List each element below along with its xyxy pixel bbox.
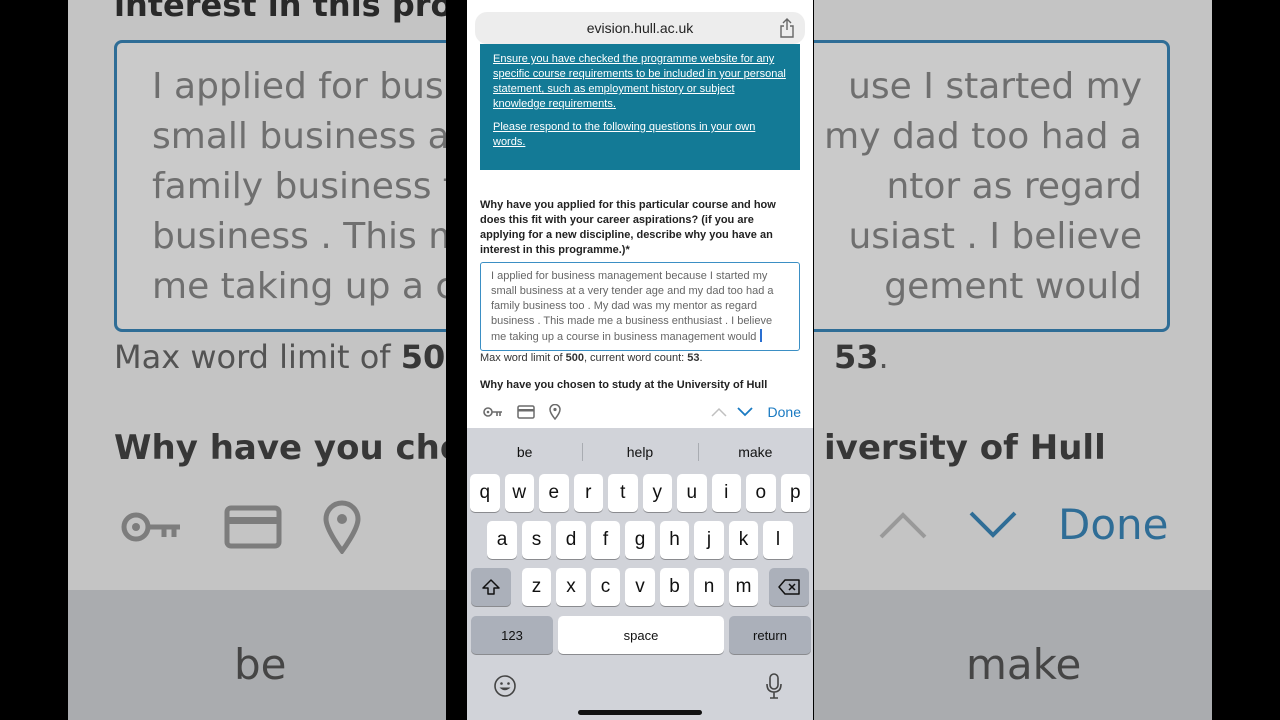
suggestion-item[interactable]: help [582, 438, 697, 466]
keyboard: be help make q w e r t y u i o p a s d f [467, 428, 813, 720]
backspace-key[interactable] [769, 568, 809, 606]
key[interactable]: n [694, 568, 724, 606]
key[interactable]: e [539, 474, 569, 512]
key[interactable]: j [694, 521, 724, 559]
key-icon[interactable] [483, 406, 503, 418]
key[interactable]: s [521, 521, 552, 559]
key[interactable]: c [590, 568, 621, 606]
key-row-1: q w e r t y u i o p [467, 474, 813, 512]
home-indicator[interactable] [578, 710, 702, 715]
url-text: evision.hull.ac.uk [586, 20, 694, 36]
answer-text: I applied for business management becaus… [491, 270, 774, 343]
limit-prefix: Max word limit of [480, 352, 566, 364]
shift-icon [482, 579, 500, 595]
limit-max: 500 [565, 352, 584, 364]
word-limit: Max word limit of 500, current word coun… [480, 352, 703, 364]
card-icon[interactable] [517, 405, 535, 419]
limit-middle: , current word count: [583, 352, 688, 364]
key[interactable]: t [608, 474, 638, 512]
info-box: Ensure you have checked the programme we… [480, 44, 800, 170]
key[interactable]: f [590, 521, 621, 559]
key[interactable]: q [470, 474, 500, 512]
key[interactable]: k [728, 521, 759, 559]
key[interactable]: p [780, 474, 810, 512]
key[interactable]: v [625, 568, 655, 606]
key[interactable]: r [573, 474, 603, 512]
key[interactable]: i [711, 474, 741, 512]
suggestion-item[interactable]: be [467, 438, 582, 466]
info-link-requirements[interactable]: Ensure you have checked the programme we… [493, 52, 787, 112]
chevron-down-icon[interactable] [737, 407, 753, 417]
text-caret [760, 329, 762, 342]
info-link-own-words[interactable]: Please respond to the following question… [493, 120, 787, 150]
key[interactable]: x [556, 568, 586, 606]
return-key[interactable]: return [729, 616, 811, 654]
address-bar[interactable]: evision.hull.ac.uk [475, 12, 805, 44]
key[interactable]: u [677, 474, 707, 512]
numbers-key[interactable]: 123 [471, 616, 553, 654]
location-icon[interactable] [549, 404, 561, 420]
phone-screen: evision.hull.ac.uk Ensure you have check… [467, 0, 813, 720]
key[interactable]: a [487, 521, 517, 559]
key[interactable]: h [659, 521, 690, 559]
key-row-3: z x c v b n m [471, 568, 809, 606]
key-row-bottom: 123 space return [471, 616, 811, 654]
key[interactable]: g [625, 521, 655, 559]
key[interactable]: z [521, 568, 552, 606]
limit-suffix: . [699, 352, 703, 364]
key-row-2: a s d f g h j k l [467, 521, 813, 559]
done-button[interactable]: Done [768, 404, 801, 420]
share-icon[interactable] [779, 18, 795, 38]
backspace-icon [778, 579, 800, 595]
microphone-icon[interactable] [765, 673, 783, 699]
emoji-icon[interactable] [493, 674, 517, 698]
space-key[interactable]: space [558, 616, 724, 654]
key[interactable]: w [504, 474, 534, 512]
key[interactable]: y [642, 474, 672, 512]
keyboard-accessory-bar: Done [467, 396, 813, 428]
question2-label: Why have you chosen to study at the Univ… [480, 379, 768, 391]
chevron-up-icon[interactable] [711, 407, 727, 417]
suggestion-bar: be help make [467, 438, 813, 466]
key[interactable]: m [728, 568, 759, 606]
phone-frame: evision.hull.ac.uk Ensure you have check… [446, 0, 814, 720]
shift-key[interactable] [471, 568, 511, 606]
question-label: Why have you applied for this particular… [480, 199, 776, 256]
key[interactable]: b [659, 568, 690, 606]
key[interactable]: l [763, 521, 793, 559]
word-count: 53 [687, 352, 700, 364]
key[interactable]: o [746, 474, 776, 512]
answer-textarea[interactable]: I applied for business management becaus… [480, 262, 800, 351]
suggestion-item[interactable]: make [697, 438, 813, 466]
key[interactable]: d [556, 521, 586, 559]
